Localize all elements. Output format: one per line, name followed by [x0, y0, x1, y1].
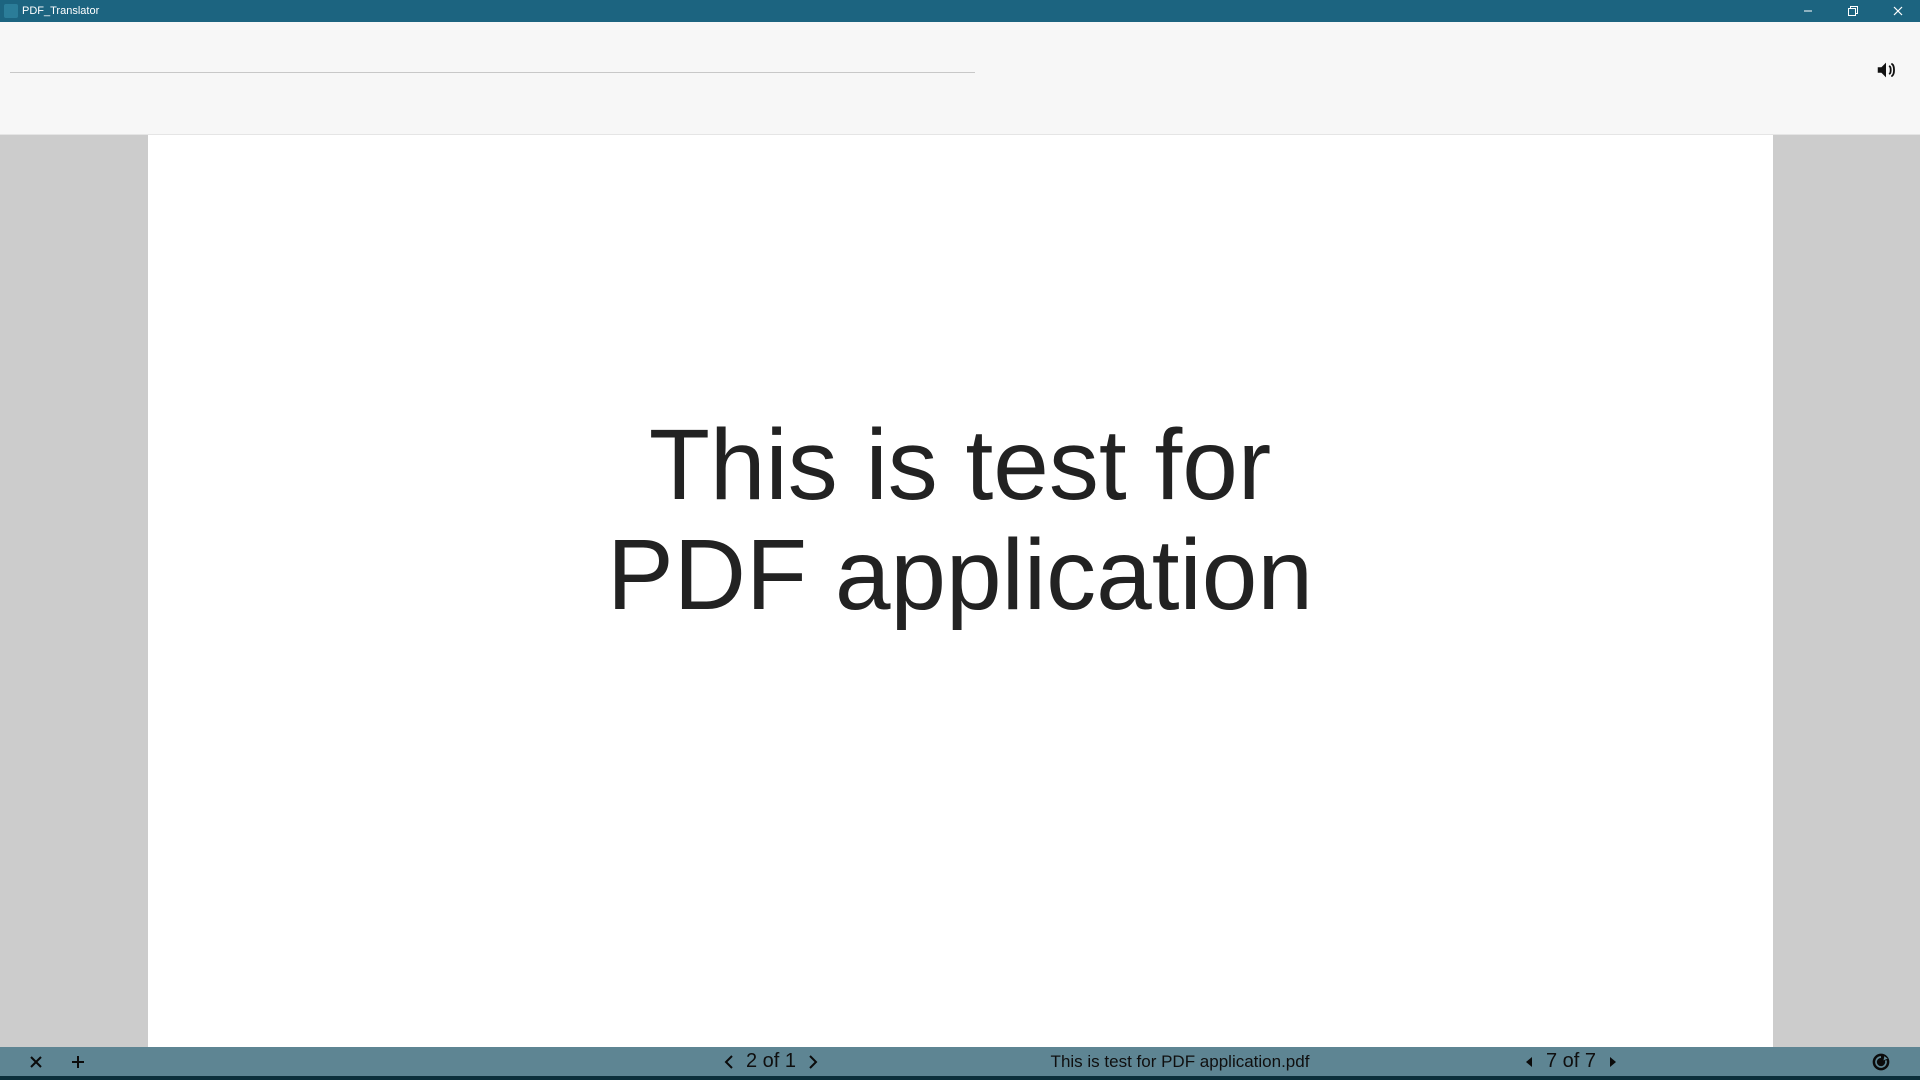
page-navigator-right: 7 of 7	[1522, 1050, 1620, 1073]
add-tab-button[interactable]	[64, 1047, 92, 1076]
toolbar-divider	[10, 72, 975, 73]
titlebar: PDF_Translator	[0, 0, 1920, 22]
app-icon	[4, 4, 18, 18]
volume-icon[interactable]	[1874, 58, 1898, 82]
triangle-left-icon[interactable]	[1522, 1052, 1536, 1072]
maximize-button[interactable]	[1830, 0, 1875, 22]
toolbar	[0, 22, 1920, 135]
system-taskbar	[0, 1076, 1920, 1080]
page-indicator-left: 2 of 1	[746, 1050, 796, 1073]
refresh-icon[interactable]	[1870, 1051, 1892, 1073]
page-indicator-right: 7 of 7	[1546, 1050, 1596, 1073]
pdf-page: This is test for PDF application	[148, 135, 1773, 1047]
chevron-left-icon[interactable]	[722, 1052, 736, 1072]
close-tab-button[interactable]	[22, 1047, 50, 1076]
page-navigator-left: 2 of 1	[722, 1050, 820, 1073]
close-button[interactable]	[1875, 0, 1920, 22]
minimize-button[interactable]	[1785, 0, 1830, 22]
chevron-right-icon[interactable]	[806, 1052, 820, 1072]
statusbar: 2 of 1 This is test for PDF application.…	[0, 1047, 1920, 1076]
document-viewport[interactable]: This is test for PDF application	[0, 135, 1920, 1047]
page-content-text: This is test for PDF application	[560, 410, 1360, 1047]
triangle-right-icon[interactable]	[1606, 1052, 1620, 1072]
filename-label: This is test for PDF application.pdf	[1051, 1052, 1310, 1072]
window-title: PDF_Translator	[22, 5, 99, 17]
